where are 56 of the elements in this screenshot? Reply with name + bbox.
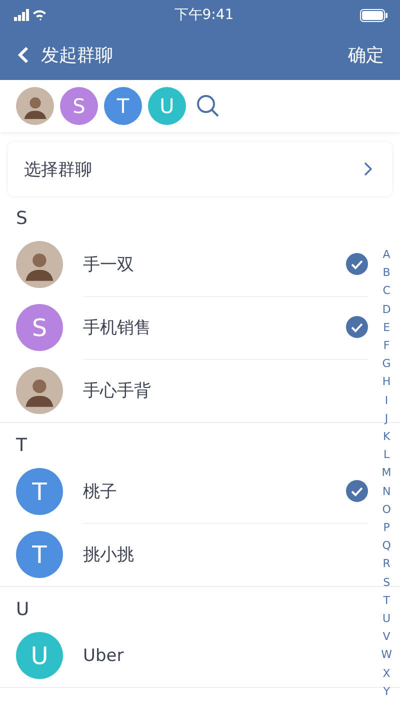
nav-title: 发起群聊 <box>41 44 114 67</box>
section-header: U <box>16 599 30 620</box>
contact-name[interactable]: 桃子 <box>83 480 346 502</box>
contact-name[interactable]: 手机销售 <box>83 316 346 338</box>
index-letter[interactable]: Y <box>383 682 390 702</box>
index-letter[interactable]: D <box>382 300 391 319</box>
index-letter[interactable]: C <box>382 282 390 301</box>
index-letter[interactable]: F <box>383 337 390 356</box>
index-letter[interactable]: M <box>382 464 392 483</box>
index-letter[interactable]: E <box>383 318 390 338</box>
search-icon[interactable] <box>196 94 220 118</box>
chevron-icon <box>364 162 372 176</box>
index-letter[interactable]: S <box>383 574 390 592</box>
check-icon[interactable] <box>346 480 368 502</box>
letter-avatar: S <box>60 87 98 125</box>
index-letter[interactable]: L <box>383 446 390 464</box>
photo-placeholder <box>16 241 63 288</box>
index-letter[interactable]: I <box>384 392 388 410</box>
letter-avatar: U <box>16 632 63 679</box>
contact-name[interactable]: Uber <box>83 646 346 666</box>
index-letter[interactable]: N <box>382 482 391 501</box>
letter-avatar: T <box>16 468 63 515</box>
confirm-button[interactable]: 确定 <box>348 43 384 67</box>
photo-placeholder <box>16 367 63 414</box>
check-icon[interactable] <box>346 253 368 275</box>
index-letter[interactable]: K <box>382 428 390 446</box>
letter-avatar: S <box>16 304 63 351</box>
contact-name[interactable]: 挑小挑 <box>83 543 346 566</box>
index-letter[interactable]: H <box>382 373 391 392</box>
index-letter[interactable]: X <box>382 664 390 683</box>
index-letter[interactable]: A <box>382 246 390 264</box>
letter-avatar: T <box>104 87 142 125</box>
photo-placeholder <box>16 87 54 125</box>
contact-name[interactable]: 手心手背 <box>83 379 346 402</box>
index-letter[interactable]: U <box>382 610 391 628</box>
check-icon[interactable] <box>346 316 368 338</box>
index-letter[interactable]: O <box>382 500 391 520</box>
section-header: S <box>16 208 28 229</box>
back-icon[interactable] <box>18 46 29 64</box>
contact-name[interactable]: 手一双 <box>83 252 346 276</box>
index-letter[interactable]: P <box>383 519 390 538</box>
index-letter[interactable]: G <box>382 355 391 374</box>
battery-icon <box>360 8 388 22</box>
letter-avatar: U <box>148 87 186 125</box>
index-letter[interactable]: B <box>382 264 390 282</box>
index-letter[interactable]: Q <box>382 537 391 556</box>
index-letter[interactable]: W <box>381 646 392 665</box>
index-letter[interactable]: T <box>383 592 390 610</box>
signal-wifi-icon <box>14 9 48 21</box>
section-header: T <box>16 435 27 456</box>
index-letter[interactable]: V <box>382 628 390 646</box>
select-group-row[interactable]: 选择群聊 <box>8 142 392 196</box>
letter-avatar: T <box>16 531 63 578</box>
status-time: 下午9:41 <box>174 6 234 24</box>
index-letter[interactable]: R <box>382 555 390 574</box>
index-letter[interactable]: J <box>384 410 388 428</box>
